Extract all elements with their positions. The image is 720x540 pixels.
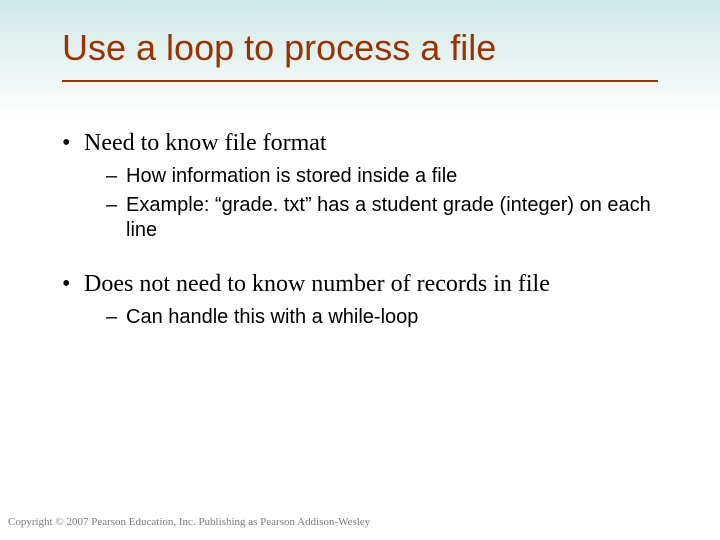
bullet-2-sub-1: Can handle this with a while-loop: [62, 305, 658, 330]
spacer: [62, 247, 658, 269]
slide-title: Use a loop to process a file: [62, 28, 496, 68]
title-underline: [62, 80, 658, 82]
bullet-1: Need to know file format: [62, 128, 658, 158]
bullet-1-sub-1: How information is stored inside a file: [62, 164, 658, 189]
copyright-footer: Copyright © 2007 Pearson Education, Inc.…: [8, 516, 370, 528]
bullet-1-sub-2: Example: “grade. txt” has a student grad…: [62, 193, 658, 243]
slide-content: Need to know file format How information…: [62, 128, 658, 334]
slide: Use a loop to process a file Need to kno…: [0, 0, 720, 540]
bullet-2: Does not need to know number of records …: [62, 269, 658, 299]
